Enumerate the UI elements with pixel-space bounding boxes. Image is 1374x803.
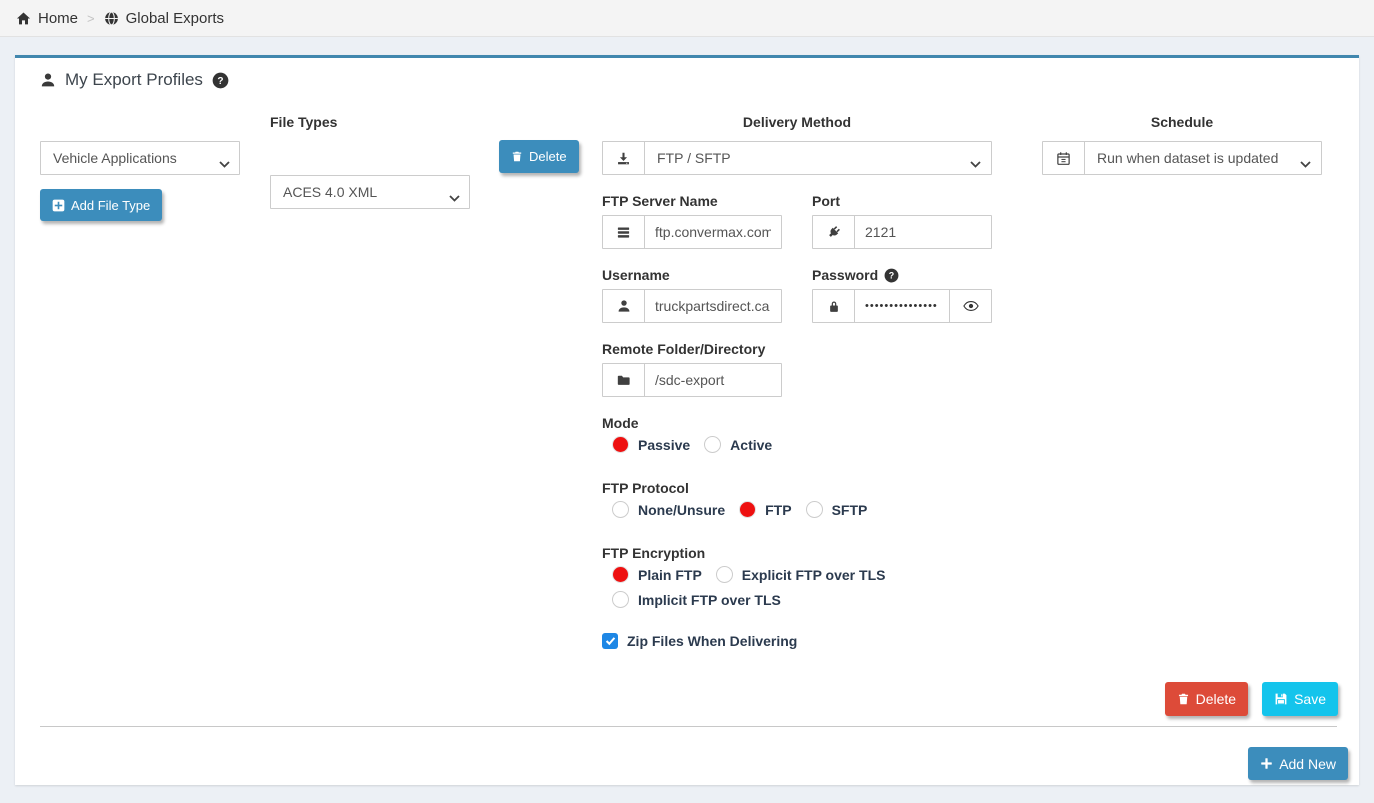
radio-selected-icon	[612, 436, 629, 453]
footer-divider	[40, 726, 1337, 727]
eye-icon[interactable]	[949, 290, 991, 322]
server-icon	[603, 216, 645, 248]
plus-square-icon	[52, 199, 65, 212]
save-button[interactable]: Save	[1262, 682, 1338, 716]
plug-icon	[813, 216, 855, 248]
port-input[interactable]	[855, 216, 991, 248]
profile-select[interactable]: Vehicle Applications	[40, 141, 240, 175]
download-icon	[603, 142, 645, 174]
calendar-icon	[1043, 142, 1085, 174]
help-icon[interactable]: ?	[884, 268, 899, 283]
export-profiles-panel: My Export Profiles ? Vehicle Application…	[15, 55, 1359, 785]
radio-encryption-explicit-tls[interactable]: Explicit FTP over TLS	[716, 566, 886, 583]
radio-unselected-icon	[612, 501, 629, 518]
ftp-encryption-radio-row2: Implicit FTP over TLS	[612, 591, 781, 608]
zip-files-checkbox-row[interactable]: Zip Files When Delivering	[602, 633, 797, 649]
folder-icon	[603, 364, 645, 396]
radio-protocol-none[interactable]: None/Unsure	[612, 501, 725, 518]
radio-encryption-implicit-tls[interactable]: Implicit FTP over TLS	[612, 591, 781, 608]
trash-icon	[511, 150, 523, 163]
radio-unselected-icon	[806, 501, 823, 518]
port-group	[812, 215, 992, 249]
delete-profile-label: Delete	[1196, 691, 1236, 707]
radio-protocol-sftp[interactable]: SFTP	[806, 501, 868, 518]
user-icon	[40, 72, 56, 88]
remote-folder-input[interactable]	[645, 364, 781, 396]
username-input[interactable]	[645, 290, 781, 322]
ftp-server-label: FTP Server Name	[602, 193, 718, 209]
remote-folder-group	[602, 363, 782, 397]
schedule-group: Run when dataset is updated	[1042, 141, 1322, 175]
username-group	[602, 289, 782, 323]
breadcrumb-current: Global Exports	[104, 10, 224, 27]
delivery-method-select[interactable]: FTP / SFTP	[645, 142, 991, 174]
file-type-select-wrap: ACES 4.0 XML	[270, 175, 470, 209]
password-group	[812, 289, 992, 323]
page-title: My Export Profiles	[65, 70, 203, 90]
delete-file-type-label: Delete	[529, 149, 567, 164]
delivery-method-select-wrap: FTP / SFTP	[645, 142, 991, 174]
profile-select-wrap: Vehicle Applications	[40, 141, 240, 175]
schedule-select[interactable]: Run when dataset is updated	[1085, 142, 1321, 174]
delete-file-type-button[interactable]: Delete	[499, 140, 579, 173]
remote-folder-label: Remote Folder/Directory	[602, 341, 765, 357]
add-file-type-label: Add File Type	[71, 198, 150, 213]
panel-heading: My Export Profiles ?	[40, 70, 229, 90]
profile-actions: Delete Save	[1165, 682, 1338, 716]
radio-mode-active[interactable]: Active	[704, 436, 772, 453]
ftp-server-input[interactable]	[645, 216, 781, 248]
breadcrumb-separator: >	[87, 11, 95, 26]
save-floppy-icon	[1274, 692, 1288, 706]
radio-selected-icon	[612, 566, 629, 583]
radio-unselected-icon	[612, 591, 629, 608]
checkbox-checked-icon[interactable]	[602, 633, 618, 649]
add-file-type-button[interactable]: Add File Type	[40, 189, 162, 221]
svg-text:?: ?	[889, 270, 894, 280]
delete-profile-button[interactable]: Delete	[1165, 682, 1248, 716]
username-label: Username	[602, 267, 670, 283]
add-new-label: Add New	[1279, 756, 1336, 772]
radio-encryption-plain[interactable]: Plain FTP	[612, 566, 702, 583]
port-label: Port	[812, 193, 840, 209]
password-label: Password ?	[812, 267, 899, 283]
radio-unselected-icon	[716, 566, 733, 583]
radio-selected-icon	[739, 501, 756, 518]
zip-files-label: Zip Files When Delivering	[627, 633, 797, 649]
schedule-select-wrap: Run when dataset is updated	[1085, 142, 1321, 174]
delivery-method-group: FTP / SFTP	[602, 141, 992, 175]
mode-label: Mode	[602, 415, 639, 431]
save-label: Save	[1294, 691, 1326, 707]
help-icon[interactable]: ?	[212, 72, 229, 89]
add-new-button[interactable]: Add New	[1248, 747, 1348, 780]
radio-mode-passive[interactable]: Passive	[612, 436, 690, 453]
lock-icon	[813, 290, 855, 322]
breadcrumb-home-label[interactable]: Home	[38, 10, 78, 27]
home-icon	[16, 11, 31, 26]
breadcrumb-current-label: Global Exports	[126, 10, 224, 27]
mode-radio-group: Passive Active	[612, 436, 772, 453]
radio-protocol-ftp[interactable]: FTP	[739, 501, 791, 518]
password-input[interactable]	[855, 290, 949, 322]
svg-text:?: ?	[217, 76, 223, 87]
ftp-encryption-radio-row1: Plain FTP Explicit FTP over TLS	[612, 566, 885, 583]
breadcrumb-home[interactable]: Home	[16, 10, 78, 27]
password-label-text: Password	[812, 267, 878, 283]
file-type-select[interactable]: ACES 4.0 XML	[270, 175, 470, 209]
delivery-method-header: Delivery Method	[602, 114, 992, 130]
radio-unselected-icon	[704, 436, 721, 453]
schedule-header: Schedule	[1042, 114, 1322, 130]
breadcrumb: Home > Global Exports	[0, 0, 1374, 37]
globe-icon	[104, 11, 119, 26]
trash-icon	[1177, 692, 1190, 706]
ftp-server-group	[602, 215, 782, 249]
ftp-encryption-label: FTP Encryption	[602, 545, 705, 561]
file-types-header: File Types	[270, 114, 337, 130]
ftp-protocol-label: FTP Protocol	[602, 480, 689, 496]
ftp-protocol-radio-group: None/Unsure FTP SFTP	[612, 501, 867, 518]
plus-icon	[1260, 757, 1273, 770]
user-icon	[603, 290, 645, 322]
